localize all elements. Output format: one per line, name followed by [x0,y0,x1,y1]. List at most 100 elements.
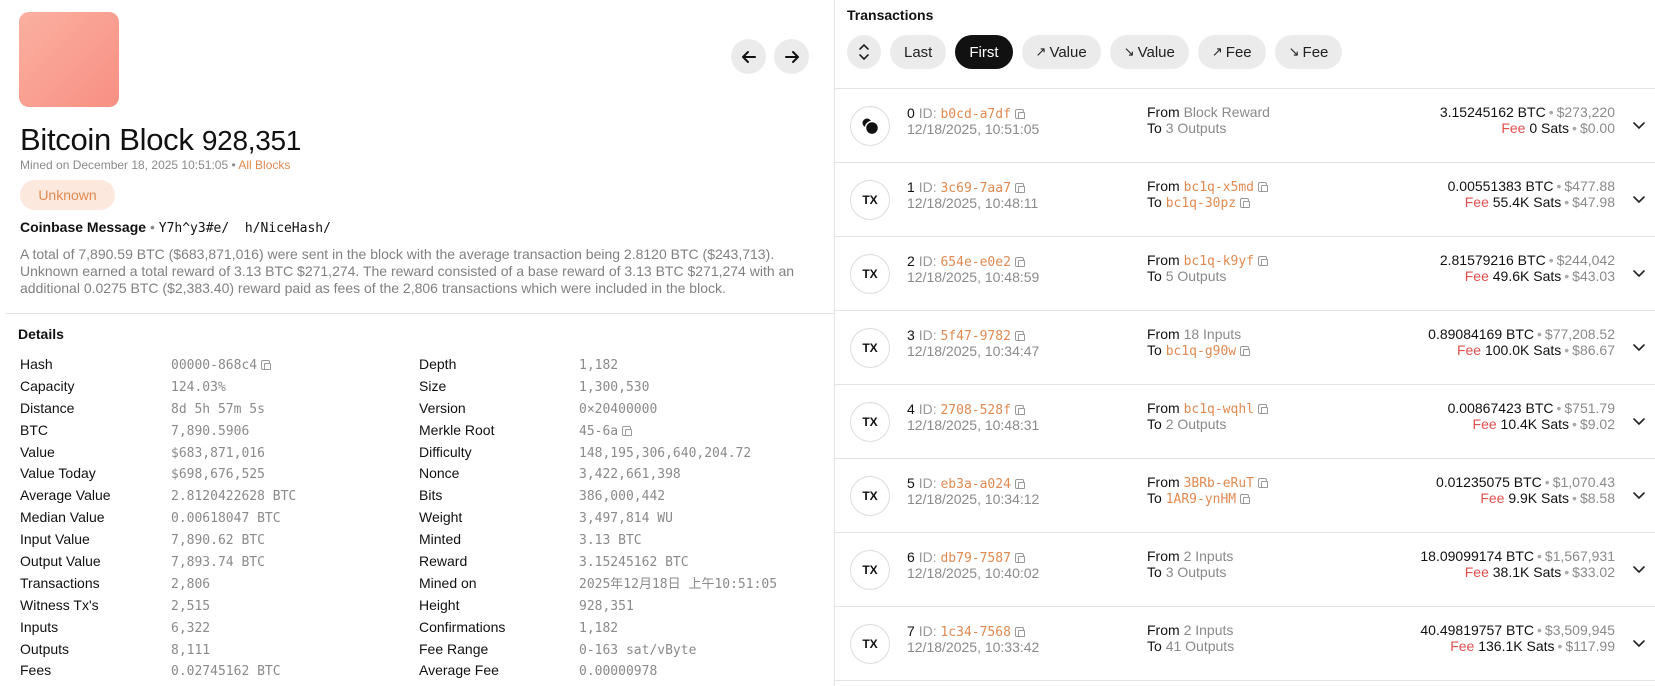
tx-to-value[interactable]: bc1q-30pz [1166,196,1236,211]
chevron-down-icon[interactable] [1632,266,1646,280]
copy-icon[interactable] [1014,109,1025,119]
detail-row: Bits 386,000,442 [419,484,665,506]
transaction-row[interactable]: TX 4 ID: 2708-528f 12/18/2025, 10:48:31 Fro… [835,385,1655,459]
tx-id-link[interactable]: db79-7587 [940,551,1010,566]
detail-value: 6,322 [171,620,211,636]
coinbase-label: Coinbase Message [20,219,147,235]
chevron-down-icon[interactable] [1632,414,1646,428]
tx-from-value[interactable]: 3BRb-eRuT [1184,476,1254,491]
copy-icon[interactable] [1258,404,1269,414]
sort-option-first[interactable]: First [955,35,1013,69]
tx-time: 12/18/2025, 10:48:31 [907,417,1040,433]
sort-option-fee[interactable]: ↗ Fee [1197,35,1266,69]
tx-usd: $3,509,945 [1544,622,1615,638]
tx-to-value[interactable]: 1AR9-ynHM [1166,492,1236,507]
tx-id-link[interactable]: b0cd-a7df [940,107,1010,122]
copy-icon[interactable] [622,425,633,436]
detail-value: 7,893.74 BTC [171,555,265,571]
transaction-row[interactable]: TX 2 ID: 654e-e0e2 12/18/2025, 10:48:59 Fro… [835,237,1655,311]
tx-from-label: From [1147,548,1180,564]
copy-icon[interactable] [261,360,272,370]
bullet: • [1537,622,1542,638]
tx-from-value: 2 Inputs [1183,622,1234,638]
sort-option-label: Value [1049,43,1087,61]
copy-icon[interactable] [1258,478,1269,488]
detail-value: 0.00618047 BTC [171,511,281,527]
detail-value-wrap: 3,422,661,398 [579,462,681,486]
tx-to: To 5 Outputs [1147,268,1226,284]
tx-index: 7 [907,623,915,639]
tx-from-value[interactable]: bc1q-wqhl [1184,402,1254,417]
tx-from: From 18 Inputs [1147,326,1241,342]
copy-icon[interactable] [1014,627,1025,637]
sort-toggle-button[interactable] [847,35,881,69]
copy-icon[interactable] [1014,405,1025,415]
tx-from: From bc1q-x5md [1147,178,1269,195]
copy-icon[interactable] [1240,346,1251,356]
chevron-down-icon[interactable] [1632,340,1646,354]
bullet: • [1557,638,1563,654]
previous-block-button[interactable] [731,39,766,74]
transaction-row[interactable]: TX 3 ID: 5f47-9782 12/18/2025, 10:34:47 Fro… [835,311,1655,385]
tx-to-label: To [1147,638,1162,654]
tx-id-link[interactable]: 654e-e0e2 [940,255,1010,270]
tx-to-value: 2 Outputs [1165,416,1227,432]
sort-option-value[interactable]: ↘ Value [1109,35,1189,69]
tx-to-label: To [1147,342,1162,358]
sort-option-fee[interactable]: ↘ Fee [1274,35,1343,69]
copy-icon[interactable] [1014,257,1025,267]
sort-option-label: Value [1137,43,1175,61]
detail-row: Merkle Root 45-6a [419,419,633,441]
detail-label: Nonce [419,465,460,482]
tx-id-link[interactable]: 5f47-9782 [940,329,1010,344]
tx-id-link[interactable]: 2708-528f [940,403,1010,418]
chevron-down-icon[interactable] [1632,118,1646,132]
detail-value: 928,351 [579,598,634,614]
transactions-heading: Transactions [847,7,934,23]
all-blocks-link[interactable]: All Blocks [238,158,290,172]
bullet: • [1548,252,1554,268]
copy-icon[interactable] [1014,331,1025,341]
tx-to-value[interactable]: bc1q-g90w [1166,344,1236,359]
tx-to: To 2 Outputs [1147,416,1226,432]
tx-id-label: ID: [918,401,937,417]
detail-value-wrap: 0.00618047 BTC [171,506,281,530]
copy-icon[interactable] [1240,198,1251,208]
copy-icon[interactable] [1014,183,1025,193]
next-block-button[interactable] [774,39,809,74]
sort-option-value[interactable]: ↗ Value [1021,35,1101,69]
chevron-down-icon[interactable] [1632,488,1646,502]
transaction-row[interactable]: TX 7 ID: 1c34-7568 12/18/2025, 10:33:42 Fro… [835,607,1655,681]
tx-fee-sats: 38.1K Sats [1492,564,1562,580]
detail-row: Fee Range 0-163 sat/vByte [419,638,696,660]
detail-row: Size 1,300,530 [419,375,649,397]
copy-icon[interactable] [1014,479,1025,489]
tx-badge: TX [850,550,890,590]
copy-icon[interactable] [1258,182,1269,192]
chevron-down-icon[interactable] [1632,192,1646,206]
coinbase-icon [850,106,890,146]
tx-id-link[interactable]: 3c69-7aa7 [940,181,1010,196]
transaction-row[interactable]: TX 1 ID: 3c69-7aa7 12/18/2025, 10:48:11 Fro… [835,163,1655,237]
block-panel: Bitcoin Block 928,351 Mined on December … [0,0,834,686]
tx-from-label: From [1147,622,1180,638]
tx-id-line: 5 ID: eb3a-a024 [907,475,1025,492]
tx-id-link[interactable]: 1c34-7568 [940,625,1010,640]
tx-from-value[interactable]: bc1q-k9yf [1184,254,1254,269]
chevron-down-icon[interactable] [1632,562,1646,576]
copy-icon[interactable] [1240,494,1251,504]
copy-icon[interactable] [1258,256,1269,266]
copy-icon[interactable] [1014,553,1025,563]
transaction-row[interactable]: 0 ID: b0cd-a7df 12/18/2025, 10:51:05 From … [835,89,1655,163]
detail-label: Output Value [20,553,101,570]
transaction-row[interactable]: TX 5 ID: eb3a-a024 12/18/2025, 10:34:12 Fro… [835,459,1655,533]
sort-option-last[interactable]: Last [890,35,947,69]
chevron-down-icon[interactable] [1632,636,1646,650]
tx-to-value: 3 Outputs [1165,120,1227,136]
transaction-row[interactable]: TX 6 ID: db79-7587 12/18/2025, 10:40:02 Fro… [835,533,1655,607]
tx-from-value[interactable]: bc1q-x5md [1184,180,1254,195]
tx-index: 2 [907,253,915,269]
detail-value-wrap: $683,871,016 [171,441,265,465]
tx-fee-sats: 0 Sats [1529,120,1570,136]
tx-id-link[interactable]: eb3a-a024 [940,477,1010,492]
